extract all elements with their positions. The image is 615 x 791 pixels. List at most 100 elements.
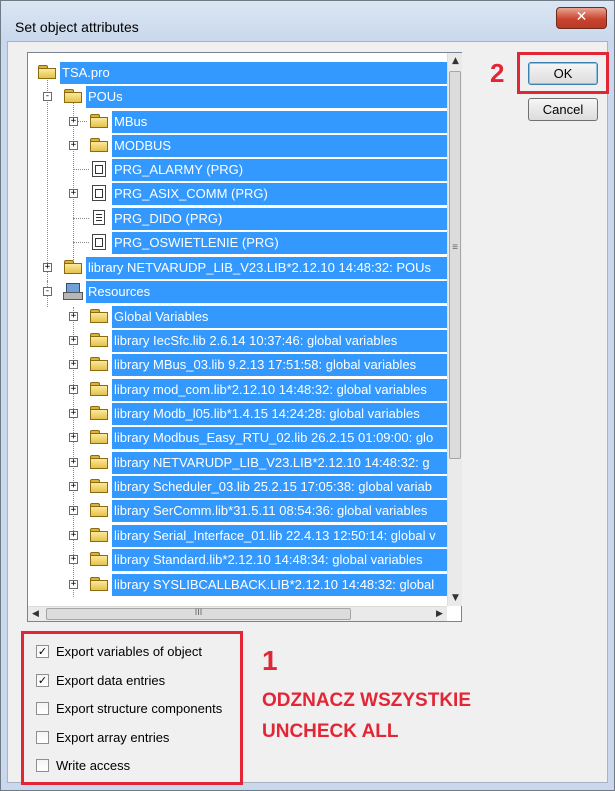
expand-icon[interactable]: + [69,433,78,442]
folder-icon [64,260,82,274]
tree-item-prg-asix-comm[interactable]: + PRG_ASIX_COMM (PRG) [28,183,447,205]
tree-item-resources[interactable]: - Resources [28,281,447,303]
program-icon [92,161,106,177]
tree-item-mbus[interactable]: + MBus [28,111,447,133]
tree-item-prg-alarmy[interactable]: PRG_ALARMY (PRG) [28,159,447,181]
folder-icon [90,357,108,371]
horizontal-scrollbar[interactable]: ◀ III ▶ [28,606,447,621]
tree-item-label: PRG_DIDO (PRG) [112,208,447,230]
scroll-right-icon[interactable]: ▶ [432,606,447,622]
folder-icon [90,503,108,517]
program-icon [92,234,106,250]
tree-item-library-mbus03[interactable]: + library MBus_03.lib 9.2.13 17:51:58: g… [28,354,447,376]
tree-item-pous[interactable]: - POUs [28,86,447,108]
program-icon [92,185,106,201]
tree-item-label: library IecSfc.lib 2.6.14 10:37:46: glob… [112,330,447,352]
document-icon [93,210,105,225]
tree-item-label: library NETVARUDP_LIB_V23.LIB*2.12.10 14… [86,257,447,279]
instruction-english: UNCHECK ALL [262,721,399,742]
expand-icon[interactable]: + [69,482,78,491]
expand-icon[interactable]: + [69,141,78,150]
tree-item-tsa-pro[interactable]: TSA.pro [28,62,447,84]
folder-icon [90,455,108,469]
tree-item-prg-dido[interactable]: PRG_DIDO (PRG) [28,208,447,230]
tree-item-label: library SerComm.lib*31.5.11 08:54:36: gl… [112,500,447,522]
scroll-left-icon[interactable]: ◀ [28,606,43,622]
grip-icon: ≡ [452,242,458,253]
tree-item-prg-oswietlenie[interactable]: PRG_OSWIETLENIE (PRG) [28,232,447,254]
close-icon: ✕ [575,9,588,25]
tree-item-library-mod-com[interactable]: + library mod_com.lib*2.12.10 14:48:32: … [28,379,447,401]
tree-item-label: PRG_OSWIETLENIE (PRG) [112,232,447,254]
folder-icon [90,138,108,152]
scroll-down-icon[interactable]: ▼ [448,590,463,606]
tree-item-label: Global Variables [112,306,447,328]
cancel-button[interactable]: Cancel [528,98,598,121]
expand-icon[interactable]: + [69,555,78,564]
tree-item-label: library MBus_03.lib 9.2.13 17:51:58: glo… [112,354,447,376]
tree-item-library-sercomm[interactable]: + library SerComm.lib*31.5.11 08:54:36: … [28,500,447,522]
tree-item-library-modbus-easy-rtu[interactable]: + library Modbus_Easy_RTU_02.lib 26.2.15… [28,427,447,449]
expand-icon[interactable]: + [69,360,78,369]
expand-icon[interactable]: + [69,458,78,467]
tree-item-label: library SYSLIBCALLBACK.LIB*2.12.10 14:48… [112,574,447,596]
tree-item-library-netvarudp-pous[interactable]: + library NETVARUDP_LIB_V23.LIB*2.12.10 … [28,257,447,279]
tree-item-library-modb-l05[interactable]: + library Modb_l05.lib*1.4.15 14:24:28: … [28,403,447,425]
tree-item-library-serial-interface[interactable]: + library Serial_Interface_01.lib 22.4.1… [28,525,447,547]
vertical-scroll-thumb[interactable]: ≡ [449,71,461,459]
tree-item-label: PRG_ASIX_COMM (PRG) [112,183,447,205]
folder-open-icon [38,65,56,79]
grip-icon: III [194,607,203,617]
tree-item-label: library Modb_l05.lib*1.4.15 14:24:28: gl… [112,403,447,425]
folder-icon [90,309,108,323]
folder-icon [90,430,108,444]
expand-icon[interactable]: + [69,312,78,321]
tree-item-label: library NETVARUDP_LIB_V23.LIB*2.12.10 14… [112,452,447,474]
tree-item-label: library Scheduler_03.lib 25.2.15 17:05:3… [112,476,447,498]
tree-item-label: library Modbus_Easy_RTU_02.lib 26.2.15 0… [112,427,447,449]
ok-highlight-box [517,52,609,94]
folder-icon [90,528,108,542]
expand-icon[interactable]: + [43,263,52,272]
options-highlight-box [21,631,243,785]
folder-open-icon [64,89,82,103]
tree-item-label: library mod_com.lib*2.12.10 14:48:32: gl… [112,379,447,401]
tree-item-library-scheduler[interactable]: + library Scheduler_03.lib 25.2.15 17:05… [28,476,447,498]
folder-icon [90,552,108,566]
step-1-label: 1 [262,645,278,676]
tree-content: TSA.pro - POUs + MBus + MODBUS PRG_ALARM… [28,53,447,606]
title-bar: Set object attributes ✕ [1,1,614,41]
tree-item-library-syslibcallback[interactable]: + library SYSLIBCALLBACK.LIB*2.12.10 14:… [28,574,447,596]
expand-icon[interactable]: + [69,580,78,589]
tree-item-label: library Serial_Interface_01.lib 22.4.13 … [112,525,447,547]
expand-icon[interactable]: + [69,409,78,418]
tree-item-label: MODBUS [112,135,447,157]
tree-item-modbus[interactable]: + MODBUS [28,135,447,157]
expand-icon[interactable]: + [69,117,78,126]
expand-icon[interactable]: + [69,531,78,540]
folder-icon [90,114,108,128]
instruction-polish: ODZNACZ WSZYSTKIE [262,690,471,711]
tree-item-library-iecsfc[interactable]: + library IecSfc.lib 2.6.14 10:37:46: gl… [28,330,447,352]
tree-item-label: Resources [86,281,447,303]
scroll-up-icon[interactable]: ▲ [448,53,463,69]
expand-icon[interactable]: + [69,385,78,394]
collapse-icon[interactable]: - [43,92,52,101]
tree-item-label: POUs [86,86,447,108]
step-2-label: 2 [490,58,505,88]
collapse-icon[interactable]: - [43,287,52,296]
expand-icon[interactable]: + [69,506,78,515]
tree-item-label: PRG_ALARMY (PRG) [112,159,447,181]
folder-icon [90,382,108,396]
tree-item-label: MBus [112,111,447,133]
horizontal-scroll-thumb[interactable]: III [46,607,351,620]
close-button[interactable]: ✕ [556,7,607,29]
tree-item-global-variables[interactable]: + Global Variables [28,306,447,328]
expand-icon[interactable]: + [69,336,78,345]
object-tree-view[interactable]: TSA.pro - POUs + MBus + MODBUS PRG_ALARM… [27,52,462,622]
tree-item-library-standard[interactable]: + library Standard.lib*2.12.10 14:48:34:… [28,549,447,571]
tree-item-library-netvarudp-globals[interactable]: + library NETVARUDP_LIB_V23.LIB*2.12.10 … [28,452,447,474]
expand-icon[interactable]: + [69,189,78,198]
resources-icon [63,283,83,300]
vertical-scrollbar[interactable]: ▲ ≡ ▼ [447,53,462,606]
